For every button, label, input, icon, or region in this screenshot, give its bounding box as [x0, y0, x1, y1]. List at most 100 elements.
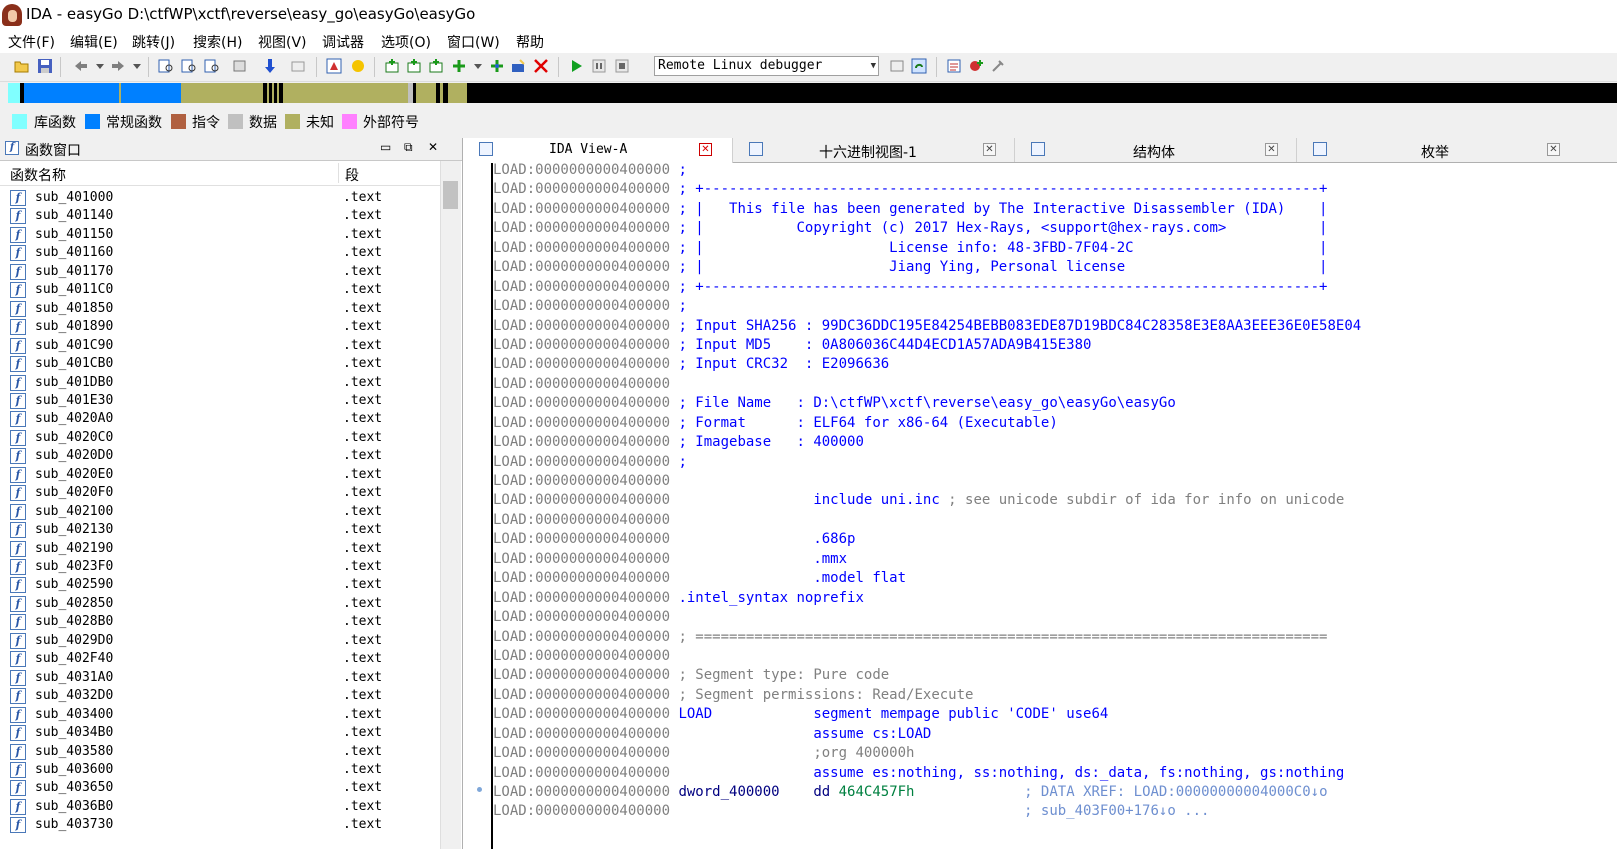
function-row[interactable]: f sub_401DB0 .text [0, 373, 440, 392]
menu-jump[interactable]: 跳转(J) [132, 32, 175, 52]
function-row[interactable]: f sub_4020F0 .text [0, 483, 440, 502]
disasm-line[interactable]: LOAD:0000000000400000 LOAD segment mempa… [493, 705, 1617, 724]
menu-search[interactable]: 搜索(H) [193, 32, 242, 52]
disasm-line[interactable]: LOAD:0000000000400000 [493, 647, 1617, 666]
disasm-line[interactable]: LOAD:0000000000400000 ; Input CRC32 : E2… [493, 355, 1617, 374]
disasm-line[interactable]: LOAD:0000000000400000 ; Segment type: Pu… [493, 666, 1617, 685]
function-row[interactable]: f sub_402100 .text [0, 502, 440, 521]
restore-icon[interactable]: ⧉ [404, 140, 413, 155]
disasm-line[interactable]: LOAD:0000000000400000 ; Imagebase : 4000… [493, 433, 1617, 452]
function-row[interactable]: f sub_4020C0 .text [0, 428, 440, 447]
function-row[interactable]: f sub_401850 .text [0, 299, 440, 318]
jump-down-icon[interactable] [262, 58, 278, 74]
disasm-line[interactable]: LOAD:0000000000400000 ; [493, 161, 1617, 180]
disasm-line[interactable]: LOAD:0000000000400000 ; | This file has … [493, 200, 1617, 219]
tab-enums[interactable]: 枚举 ✕ [1297, 138, 1617, 162]
disasm-line[interactable]: LOAD:0000000000400000 .686p [493, 530, 1617, 549]
function-row[interactable]: f sub_402190 .text [0, 539, 440, 558]
create-icon[interactable] [451, 58, 467, 74]
function-row[interactable]: f sub_4034B0 .text [0, 723, 440, 742]
disasm-line[interactable]: LOAD:0000000000400000 ; Input MD5 : 0A80… [493, 336, 1617, 355]
function-row[interactable]: f sub_401150 .text [0, 225, 440, 244]
open-icon[interactable] [14, 58, 30, 74]
disasm-line[interactable]: LOAD:0000000000400000 ; Input SHA256 : 9… [493, 317, 1617, 336]
disasm-line[interactable]: LOAD:0000000000400000 [493, 472, 1617, 491]
navigation-band[interactable] [8, 83, 1617, 103]
menu-file[interactable]: 文件(F) [8, 32, 55, 52]
back-menu-icon[interactable] [92, 58, 108, 74]
disasm-line[interactable]: LOAD:0000000000400000 .mmx [493, 550, 1617, 569]
search-binary-icon[interactable] [181, 58, 197, 74]
function-row[interactable]: f sub_402F40 .text [0, 649, 440, 668]
pause-icon[interactable] [591, 58, 607, 74]
disasm-line[interactable]: LOAD:0000000000400000 dword_400000 dd 46… [493, 783, 1617, 802]
debugger-select[interactable]: Remote Linux debugger ▼ [654, 56, 879, 76]
function-row[interactable]: f sub_4023F0 .text [0, 557, 440, 576]
menu-view[interactable]: 视图(V) [258, 32, 307, 52]
add-icon[interactable] [428, 58, 444, 74]
tab-ida-view-a[interactable]: IDA View-A ✕ [463, 138, 733, 163]
function-row[interactable]: f sub_4020E0 .text [0, 465, 440, 484]
calls-icon[interactable] [350, 58, 366, 74]
function-row[interactable]: f sub_401CB0 .text [0, 354, 440, 373]
save-icon[interactable] [37, 58, 53, 74]
disasm-line[interactable]: LOAD:0000000000400000 .intel_syntax nopr… [493, 589, 1617, 608]
function-row[interactable]: f sub_402850 .text [0, 594, 440, 613]
tab-hex-view[interactable]: 十六进制视图-1 ✕ [733, 138, 1015, 162]
disasm-line[interactable]: LOAD:0000000000400000 ; ================… [493, 628, 1617, 647]
back-icon[interactable] [73, 58, 89, 74]
flowchart-icon[interactable] [326, 58, 342, 74]
menu-window[interactable]: 窗口(W) [447, 32, 500, 52]
disasm-line[interactable]: LOAD:0000000000400000 assume es:nothing,… [493, 764, 1617, 783]
attach-icon[interactable] [889, 58, 905, 74]
menu-help[interactable]: 帮助 [516, 32, 544, 52]
function-row[interactable]: f sub_4020D0 .text [0, 446, 440, 465]
forward-menu-icon[interactable] [129, 58, 145, 74]
forward-icon[interactable] [110, 58, 126, 74]
stop-icon[interactable] [614, 58, 630, 74]
close-icon[interactable]: ✕ [428, 140, 438, 154]
disasm-line[interactable]: LOAD:0000000000400000 ; | Jiang Ying, Pe… [493, 258, 1617, 277]
function-row[interactable]: f sub_4029D0 .text [0, 631, 440, 650]
function-row[interactable]: f sub_401C90 .text [0, 336, 440, 355]
disassembly-view[interactable]: LOAD:0000000000400000 ; LOAD:000000000040… [463, 161, 1617, 849]
edit-icon[interactable] [510, 58, 526, 74]
disasm-line[interactable]: LOAD:0000000000400000 [493, 511, 1617, 530]
function-row[interactable]: f sub_402590 .text [0, 575, 440, 594]
tab-structures[interactable]: 结构体 ✕ [1015, 138, 1297, 162]
function-row[interactable]: f sub_401000 .text [0, 188, 440, 207]
function-row[interactable]: f sub_401890 .text [0, 317, 440, 336]
step-icon[interactable] [968, 58, 984, 74]
menu-edit[interactable]: 编辑(E) [70, 32, 118, 52]
menu-options[interactable]: 选项(O) [381, 32, 431, 52]
function-row[interactable]: f sub_403650 .text [0, 778, 440, 797]
function-row[interactable]: f sub_401140 .text [0, 206, 440, 225]
find-icon[interactable] [232, 58, 248, 74]
search-text-icon[interactable] [158, 58, 174, 74]
column-function-name[interactable]: 函数名称 [10, 165, 66, 185]
functions-scrollbar[interactable] [440, 161, 461, 849]
function-row[interactable]: f sub_403730 .text [0, 815, 440, 834]
disasm-line[interactable]: LOAD:0000000000400000 ; [493, 297, 1617, 316]
disasm-line[interactable]: LOAD:0000000000400000 [493, 375, 1617, 394]
node-icon[interactable] [489, 58, 505, 74]
function-row[interactable]: f sub_4028B0 .text [0, 612, 440, 631]
disasm-line[interactable]: LOAD:0000000000400000 ;org 400000h [493, 744, 1617, 763]
close-red-icon[interactable] [533, 58, 549, 74]
function-row[interactable]: f sub_4011C0 .text [0, 280, 440, 299]
breakpoint-icon[interactable] [946, 58, 962, 74]
column-segment[interactable]: 段 [345, 165, 359, 185]
run-icon[interactable] [568, 58, 584, 74]
column-divider[interactable] [338, 163, 339, 183]
disasm-line[interactable]: LOAD:0000000000400000 include uni.inc ; … [493, 491, 1617, 510]
function-row[interactable]: f sub_4032D0 .text [0, 686, 440, 705]
enum-icon[interactable] [406, 58, 422, 74]
function-row[interactable]: f sub_401E30 .text [0, 391, 440, 410]
struct-icon[interactable] [384, 58, 400, 74]
function-row[interactable]: f sub_403600 .text [0, 760, 440, 779]
disasm-line[interactable]: LOAD:0000000000400000 ; +---------------… [493, 278, 1617, 297]
function-row[interactable]: f sub_4020A0 .text [0, 409, 440, 428]
scrollbar-thumb[interactable] [443, 181, 458, 209]
close-icon[interactable]: ✕ [1547, 143, 1560, 156]
function-row[interactable]: f sub_403400 .text [0, 705, 440, 724]
